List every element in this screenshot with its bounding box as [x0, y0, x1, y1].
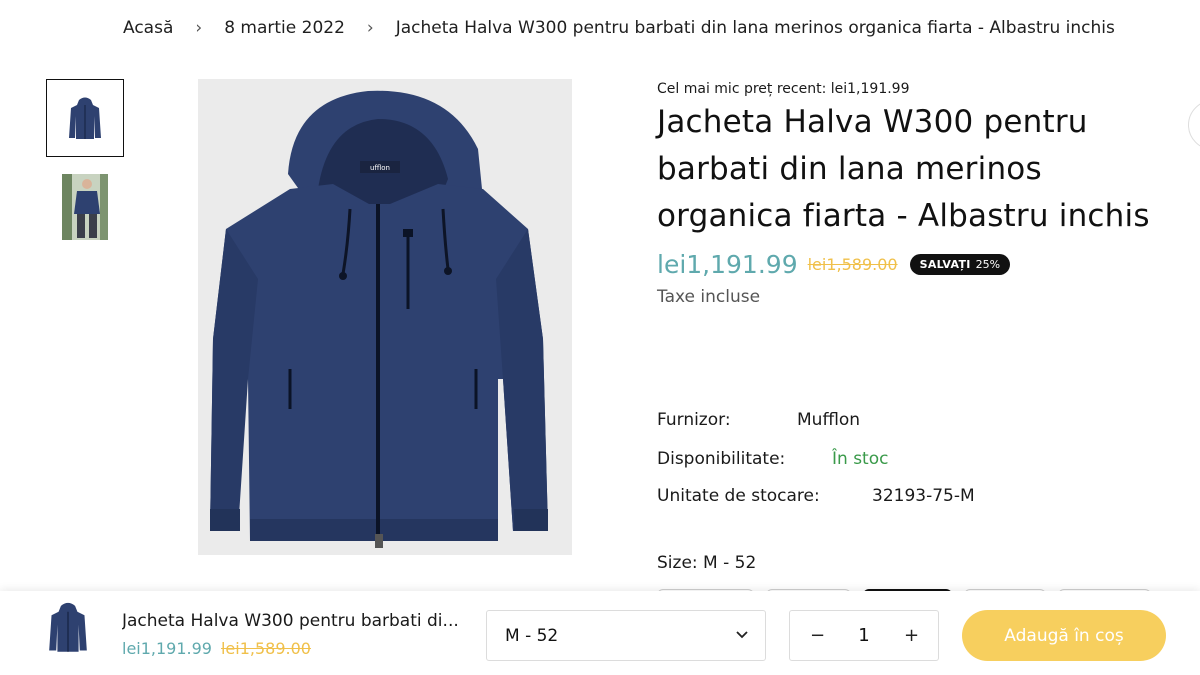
breadcrumb-home-link[interactable]: Acasă — [123, 18, 173, 38]
breadcrumb-separator-icon: › — [195, 18, 203, 38]
product-main-image[interactable]: ufflon — [198, 79, 572, 555]
sku-row: Unitate de stocare: 32193-75-M — [657, 486, 975, 506]
sticky-compare-price: lei1,589.00 — [220, 639, 311, 658]
breadcrumb-collection-link[interactable]: 8 martie 2022 — [224, 18, 345, 38]
compare-price: lei1,589.00 — [807, 255, 898, 274]
thumbnail-jacket[interactable] — [46, 79, 124, 157]
sticky-prices: lei1,191.99 lei1,589.00 — [122, 639, 311, 658]
availability-row: Disponibilitate: În stoc — [657, 449, 888, 469]
quantity-decrease-button[interactable]: − — [810, 625, 825, 646]
breadcrumb-current: Jacheta Halva W300 pentru barbati din la… — [395, 18, 1115, 38]
price-row: lei1,191.99 lei1,589.00 SALVAȚI 25% — [657, 250, 1157, 279]
vendor-row: Furnizor: Mufflon — [657, 410, 860, 430]
sticky-product-thumbnail — [46, 600, 90, 654]
product-title: Jacheta Halva W300 pentru barbati din la… — [657, 104, 1150, 234]
availability-label: Disponibilitate: — [657, 449, 786, 469]
tax-note: Taxe incluse — [657, 287, 761, 307]
add-to-cart-button[interactable]: Adaugă în coș — [962, 610, 1166, 661]
lowest-recent-price: Cel mai mic preț recent: lei1,191.99 — [657, 81, 910, 97]
jacket-image: ufflon — [210, 90, 548, 548]
breadcrumb: Acasă › 8 martie 2022 › Jacheta Halva W3… — [123, 18, 1115, 38]
sku-value: 32193-75-M — [872, 486, 975, 506]
chevron-down-icon — [736, 631, 748, 639]
jacket-thumbnail-image — [69, 97, 101, 139]
sale-price: lei1,191.99 — [657, 250, 798, 279]
variant-select-value: M - 52 — [505, 625, 559, 646]
jacket-thumbnail-image — [49, 602, 87, 652]
vendor-label: Furnizor: — [657, 410, 731, 430]
breadcrumb-separator-icon: › — [366, 18, 374, 38]
quantity-stepper: − 1 + — [789, 610, 939, 661]
quantity-input[interactable]: 1 — [824, 625, 904, 646]
savings-badge: SALVAȚI 25% — [909, 254, 1011, 275]
sticky-product-title: Jacheta Halva W300 pentru barbati di... — [122, 611, 459, 631]
thumbnail-model-photo[interactable] — [46, 168, 124, 246]
vendor-value[interactable]: Mufflon — [797, 410, 860, 430]
product-info: Cel mai mic preț recent: lei1,191.99 Jac… — [657, 79, 1157, 307]
sticky-add-to-cart-bar: Jacheta Halva W300 pentru barbati di... … — [0, 591, 1200, 675]
side-scroll-button[interactable] — [1188, 100, 1200, 150]
sticky-sale-price: lei1,191.99 — [122, 639, 212, 658]
savings-badge-value: 25% — [975, 258, 1001, 271]
savings-badge-label: SALVAȚI — [919, 258, 971, 271]
model-thumbnail-image — [62, 174, 108, 240]
sku-label: Unitate de stocare: — [657, 486, 820, 506]
quantity-increase-button[interactable]: + — [904, 625, 919, 646]
variant-select[interactable]: M - 52 — [486, 610, 766, 661]
size-label: Size: M - 52 — [657, 553, 757, 573]
jacket-brand-label: ufflon — [370, 164, 390, 172]
availability-value: În stoc — [832, 449, 889, 469]
